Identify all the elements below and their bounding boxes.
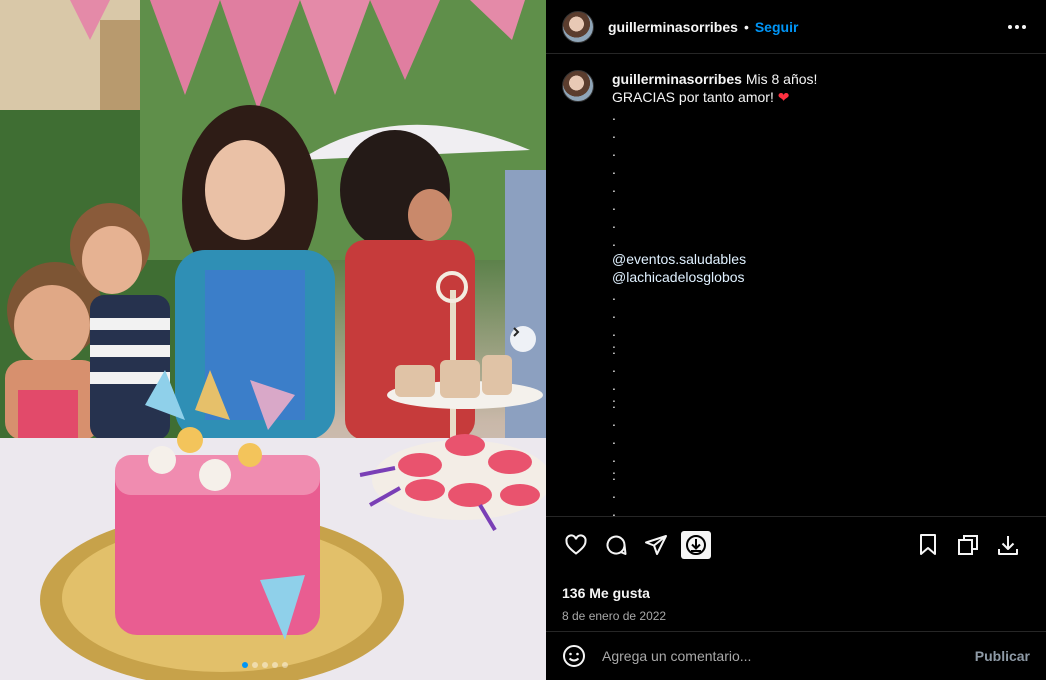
download-icon [998, 536, 1018, 555]
caption-lines: GRACIAS por tanto amor! ❤........ @evento… [612, 88, 817, 516]
carousel-dot[interactable] [242, 662, 248, 668]
caption-line: . [612, 323, 616, 339]
username[interactable]: guillerminasorribes [608, 19, 738, 35]
carousel-dots [242, 662, 288, 668]
save-button[interactable] [912, 529, 944, 561]
caption-line: . [612, 143, 616, 159]
caption-line: : [612, 395, 616, 411]
caption-line: . [612, 359, 616, 375]
caption-mention[interactable]: @lachicadelosglobos [612, 268, 817, 286]
caption-line: . [612, 161, 616, 177]
dot-separator: • [743, 18, 749, 35]
carousel-dot[interactable] [282, 662, 288, 668]
action-bar-right [912, 529, 1032, 561]
caption-line: . [612, 503, 616, 516]
caption-line: GRACIAS por tanto amor! ❤ [612, 89, 790, 105]
caption-line: . [612, 179, 616, 195]
emoji-icon [563, 645, 585, 667]
emoji-button[interactable] [562, 644, 586, 668]
comments-area: guillerminasorribes Mis 8 años! GRACIAS … [546, 54, 1046, 516]
caption-avatar[interactable] [562, 70, 594, 102]
carousel-dot[interactable] [252, 662, 258, 668]
caption-line: : [612, 467, 616, 483]
caption-line: . [612, 233, 616, 249]
caption-line: . [612, 107, 616, 123]
caption-line: . [612, 413, 616, 429]
heart-icon [565, 534, 587, 555]
download-button[interactable] [992, 529, 1024, 561]
caption-text: guillerminasorribes Mis 8 años! GRACIAS … [612, 70, 817, 516]
caption-mention[interactable]: @eventos.saludables [612, 250, 817, 268]
follow-button[interactable]: Seguir [755, 19, 799, 35]
more-horizontal-icon [1008, 24, 1012, 29]
comment-input[interactable] [602, 648, 975, 664]
post-date[interactable]: 8 de enero de 2022 [546, 601, 1046, 623]
copy-icon [958, 535, 978, 555]
caption-line: : [612, 341, 616, 357]
caption-title: Mis 8 años! [745, 71, 818, 87]
chevron-right-icon [513, 327, 520, 337]
caption-line: . [612, 125, 616, 141]
bookmark-icon [920, 534, 936, 555]
caption-line: . [612, 305, 616, 321]
download-badge-button[interactable] [680, 529, 712, 561]
share-icon [645, 535, 667, 555]
comment-bar: Publicar [546, 631, 1046, 680]
download-badge-icon [681, 531, 711, 559]
caption-line: . [612, 287, 616, 303]
carousel-dot[interactable] [262, 662, 268, 668]
post-actions-section: 136 Me gusta 8 de enero de 2022 [546, 516, 1046, 623]
action-bar [546, 517, 1046, 573]
caption: guillerminasorribes Mis 8 años! GRACIAS … [562, 70, 1030, 516]
caption-line: . [612, 377, 616, 393]
publish-button[interactable]: Publicar [975, 648, 1030, 664]
carousel-next-button[interactable] [510, 326, 536, 352]
caption-line: . [612, 431, 616, 447]
party-photo [0, 0, 546, 680]
more-options-button[interactable] [1004, 21, 1030, 33]
caption-line: . [612, 197, 616, 213]
avatar[interactable] [562, 10, 594, 43]
likes-count[interactable]: 136 Me gusta [546, 573, 1046, 601]
post-header: guillerminasorribes • Seguir [546, 0, 1046, 54]
caption-username[interactable]: guillerminasorribes [612, 71, 742, 87]
share-button[interactable] [640, 529, 672, 561]
copy-button[interactable] [952, 529, 984, 561]
comment-icon [606, 535, 627, 555]
post-photo [0, 0, 546, 680]
post-side-panel: guillerminasorribes • Seguir guillermina… [546, 0, 1046, 680]
caption-line: . [612, 485, 616, 501]
carousel-dot[interactable] [272, 662, 278, 668]
caption-line: . [612, 449, 616, 465]
caption-line: . [612, 215, 616, 231]
comment-button[interactable] [600, 529, 632, 561]
like-button[interactable] [560, 529, 592, 561]
